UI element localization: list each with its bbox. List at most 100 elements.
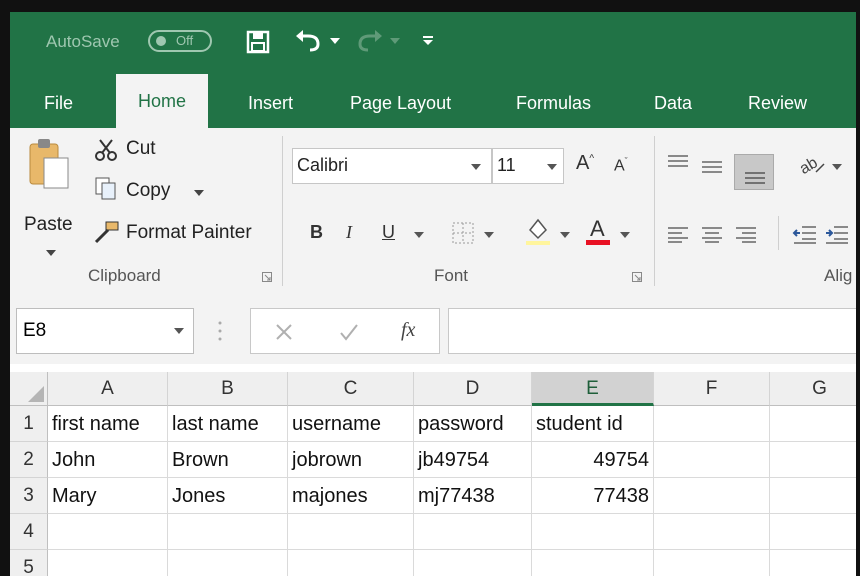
decrease-font-size-icon[interactable]: Aˇ [614, 156, 628, 175]
underline-button[interactable]: U [382, 222, 395, 243]
font-color-dropdown-icon[interactable] [620, 232, 630, 238]
cell-d5[interactable] [414, 550, 532, 576]
bottom-align-button[interactable] [734, 154, 774, 190]
undo-dropdown-icon[interactable] [330, 38, 340, 44]
cell-c1[interactable]: username [288, 406, 414, 442]
cell-c2[interactable]: jobrown [288, 442, 414, 478]
formula-input[interactable] [448, 308, 856, 354]
cell-g2[interactable] [770, 442, 856, 478]
cell-a5[interactable] [48, 550, 168, 576]
font-launcher-icon[interactable] [632, 272, 642, 282]
borders-icon[interactable] [452, 222, 474, 244]
tab-file[interactable]: File [44, 88, 73, 128]
decrease-indent-icon[interactable] [792, 224, 818, 246]
fill-color-dropdown-icon[interactable] [560, 232, 570, 238]
redo-dropdown-icon[interactable] [390, 38, 400, 44]
row-header-4[interactable]: 4 [10, 514, 48, 550]
enter-icon[interactable] [339, 323, 359, 341]
font-size-combo[interactable]: 11 [492, 148, 564, 184]
cut-button[interactable]: Cut [126, 138, 156, 160]
row-header-1[interactable]: 1 [10, 406, 48, 442]
cell-a4[interactable] [48, 514, 168, 550]
cell-f1[interactable] [654, 406, 770, 442]
cell-f5[interactable] [654, 550, 770, 576]
customize-qat-icon[interactable] [422, 34, 434, 46]
cancel-icon[interactable] [275, 323, 293, 341]
cell-b2[interactable]: Brown [168, 442, 288, 478]
cell-b4[interactable] [168, 514, 288, 550]
cell-f4[interactable] [654, 514, 770, 550]
cell-d2[interactable]: jb49754 [414, 442, 532, 478]
column-header-g[interactable]: G [770, 372, 856, 406]
column-header-d[interactable]: D [414, 372, 532, 406]
cell-b3[interactable]: Jones [168, 478, 288, 514]
save-icon[interactable] [246, 30, 270, 54]
tab-page-layout[interactable]: Page Layout [350, 88, 451, 128]
font-name-dropdown-icon[interactable] [471, 164, 481, 170]
cell-g3[interactable] [770, 478, 856, 514]
tab-data[interactable]: Data [654, 88, 692, 128]
row-header-5[interactable]: 5 [10, 550, 48, 576]
column-header-e[interactable]: E [532, 372, 654, 406]
font-color-icon[interactable]: A [584, 214, 612, 246]
cell-g1[interactable] [770, 406, 856, 442]
fill-color-icon[interactable] [524, 216, 552, 246]
paste-dropdown-icon[interactable] [46, 250, 56, 256]
column-header-f[interactable]: F [654, 372, 770, 406]
middle-align-icon[interactable] [700, 160, 724, 176]
copy-button[interactable]: Copy [126, 180, 170, 202]
cell-a3[interactable]: Mary [48, 478, 168, 514]
copy-dropdown-icon[interactable] [194, 190, 204, 196]
paste-icon[interactable] [28, 136, 70, 190]
cell-g4[interactable] [770, 514, 856, 550]
insert-function-icon[interactable]: fx [401, 319, 415, 342]
align-center-icon[interactable] [700, 226, 724, 244]
cell-d4[interactable] [414, 514, 532, 550]
cell-f3[interactable] [654, 478, 770, 514]
bold-button[interactable]: B [310, 222, 323, 243]
align-right-icon[interactable] [734, 226, 758, 244]
format-painter-button[interactable]: Format Painter [126, 222, 252, 244]
font-size-dropdown-icon[interactable] [547, 164, 557, 170]
cell-e4[interactable] [532, 514, 654, 550]
tab-insert[interactable]: Insert [248, 88, 293, 128]
italic-button[interactable]: I [346, 222, 352, 243]
cell-d3[interactable]: mj77438 [414, 478, 532, 514]
top-align-icon[interactable] [666, 154, 690, 170]
font-name-combo[interactable]: Calibri [292, 148, 492, 184]
name-box[interactable]: E8 [16, 308, 194, 354]
cell-e5[interactable] [532, 550, 654, 576]
cell-d1[interactable]: password [414, 406, 532, 442]
clipboard-launcher-icon[interactable] [262, 272, 272, 282]
column-header-b[interactable]: B [168, 372, 288, 406]
align-left-icon[interactable] [666, 226, 690, 244]
select-all-button[interactable] [10, 372, 48, 406]
cell-b1[interactable]: last name [168, 406, 288, 442]
paste-label[interactable]: Paste [24, 214, 73, 236]
cell-a1[interactable]: first name [48, 406, 168, 442]
cell-c4[interactable] [288, 514, 414, 550]
increase-font-size-icon[interactable]: A^ [576, 152, 594, 175]
column-header-c[interactable]: C [288, 372, 414, 406]
increase-indent-icon[interactable] [824, 224, 850, 246]
row-header-2[interactable]: 2 [10, 442, 48, 478]
tab-formulas[interactable]: Formulas [516, 88, 591, 128]
orientation-icon[interactable]: ab [798, 152, 826, 178]
cell-c3[interactable]: majones [288, 478, 414, 514]
underline-dropdown-icon[interactable] [414, 232, 424, 238]
autosave-toggle[interactable]: Off [148, 30, 212, 52]
cell-e3[interactable]: 77438 [532, 478, 654, 514]
cell-f2[interactable] [654, 442, 770, 478]
borders-dropdown-icon[interactable] [484, 232, 494, 238]
cell-c5[interactable] [288, 550, 414, 576]
cell-a2[interactable]: John [48, 442, 168, 478]
row-header-3[interactable]: 3 [10, 478, 48, 514]
cell-b5[interactable] [168, 550, 288, 576]
formula-bar-grip-icon[interactable] [218, 320, 222, 342]
tab-review[interactable]: Review [748, 88, 807, 128]
name-box-dropdown-icon[interactable] [174, 328, 184, 334]
cell-g5[interactable] [770, 550, 856, 576]
tab-home[interactable]: Home [116, 74, 209, 128]
cell-e2[interactable]: 49754 [532, 442, 654, 478]
orientation-dropdown-icon[interactable] [832, 164, 842, 170]
